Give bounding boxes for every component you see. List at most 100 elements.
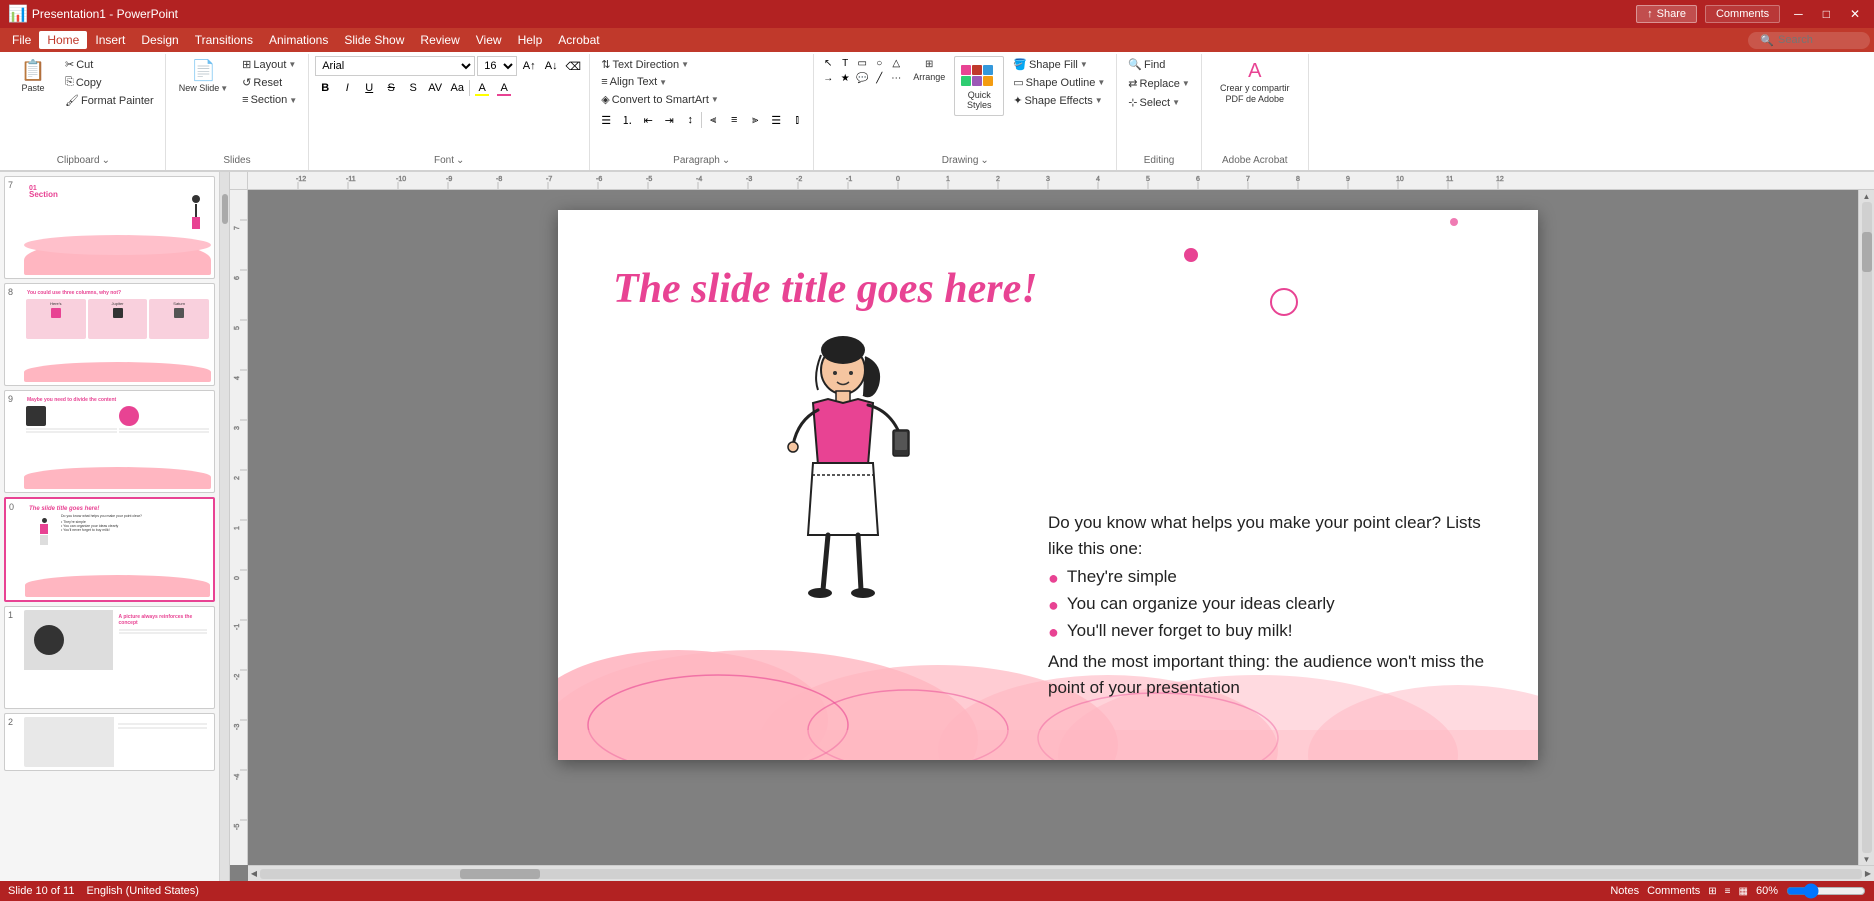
slide-canvas[interactable]: The slide title goes here!	[558, 210, 1538, 760]
new-slide-dropdown[interactable]: ▼	[220, 84, 228, 94]
char-spacing-button[interactable]: AV	[425, 78, 445, 98]
new-slide-button[interactable]: 📄 New Slide ▼	[172, 56, 235, 99]
highlight-button[interactable]: A	[472, 78, 492, 98]
bold-button[interactable]: B	[315, 78, 335, 98]
strikethrough-button[interactable]: S	[381, 78, 401, 98]
shape-rect[interactable]: ▭	[854, 56, 870, 70]
scroll-track[interactable]	[1862, 202, 1872, 853]
slide-thumb-2[interactable]: 2	[4, 713, 215, 771]
paste-button[interactable]: 📋 Paste	[8, 56, 58, 99]
share-button[interactable]: ↑ Share	[1636, 5, 1697, 23]
slide-thumb-7[interactable]: 7 01 Section	[4, 176, 215, 279]
drawing-expand-icon[interactable]: ⌄	[980, 155, 988, 166]
justify-button[interactable]: ☰	[766, 110, 786, 130]
h-scrollbar[interactable]: ◀ ▶	[248, 865, 1874, 881]
arrange-button[interactable]: ⊞ Arrange	[908, 56, 950, 85]
menu-view[interactable]: View	[468, 31, 510, 49]
scroll-left-button[interactable]: ◀	[250, 869, 258, 879]
clear-format-button[interactable]: ⌫	[563, 56, 583, 76]
slide-canvas-wrapper[interactable]: The slide title goes here!	[248, 190, 1858, 865]
scroll-thumb[interactable]	[1862, 232, 1872, 272]
layout-button[interactable]: ⊞ Layout ▼	[237, 56, 302, 73]
font-case-button[interactable]: Aa	[447, 78, 467, 98]
clipboard-expand-icon[interactable]: ⌄	[102, 155, 110, 166]
shape-line[interactable]: ╱	[871, 71, 887, 85]
shape-fill-button[interactable]: 🪣 Shape Fill ▼	[1008, 56, 1110, 73]
panel-scrollbar[interactable]	[220, 172, 230, 881]
shape-triangle[interactable]: △	[888, 56, 904, 70]
bullets-button[interactable]: ☰	[596, 110, 616, 130]
columns-button[interactable]: ⫾	[787, 110, 807, 130]
select-button[interactable]: ⊹ Select ▼	[1123, 94, 1185, 111]
font-expand-icon[interactable]: ⌄	[456, 155, 464, 166]
view-normal-icon[interactable]: ⊞	[1708, 886, 1716, 897]
search-input[interactable]	[1778, 34, 1858, 46]
slide-thumb-0[interactable]: 0 The slide title goes here!	[4, 497, 215, 602]
find-button[interactable]: 🔍 Find	[1123, 56, 1170, 73]
menu-home[interactable]: Home	[39, 31, 87, 49]
v-scrollbar[interactable]: ▲ ▼	[1858, 190, 1874, 865]
panel-scroll-thumb[interactable]	[222, 194, 228, 224]
scroll-up-button[interactable]: ▲	[1862, 192, 1872, 200]
menu-design[interactable]: Design	[133, 31, 186, 49]
slide-title[interactable]: The slide title goes here!	[613, 265, 1483, 313]
align-center-button[interactable]: ≡	[724, 110, 744, 130]
copy-button[interactable]: ⎘ Copy	[60, 74, 159, 91]
font-size-select[interactable]: 16	[477, 56, 517, 76]
font-name-select[interactable]: Arial	[315, 56, 475, 76]
shape-oval[interactable]: ○	[871, 56, 887, 70]
numbering-button[interactable]: ⒈	[617, 110, 637, 130]
h-scroll-track[interactable]	[260, 869, 1862, 879]
format-painter-button[interactable]: 🖌 Format Painter	[60, 92, 159, 109]
underline-button[interactable]: U	[359, 78, 379, 98]
shape-arrow[interactable]: →	[820, 71, 836, 85]
replace-button[interactable]: ⇄ Replace ▼	[1123, 75, 1195, 92]
shape-star[interactable]: ★	[837, 71, 853, 85]
minimize-button[interactable]: ─	[1788, 5, 1809, 23]
zoom-slider[interactable]	[1786, 887, 1866, 895]
cut-button[interactable]: ✂ Cut	[60, 56, 159, 73]
align-text-button[interactable]: ≡ Align Text ▼	[596, 74, 807, 90]
scroll-right-button[interactable]: ▶	[1864, 869, 1872, 879]
paragraph-expand-icon[interactable]: ⌄	[722, 155, 730, 166]
menu-transitions[interactable]: Transitions	[187, 31, 261, 49]
font-increase-button[interactable]: A↑	[519, 56, 539, 76]
decrease-indent-button[interactable]: ⇤	[638, 110, 658, 130]
menu-file[interactable]: File	[4, 31, 39, 49]
menu-slideshow[interactable]: Slide Show	[336, 31, 412, 49]
close-button[interactable]: ✕	[1844, 5, 1866, 23]
maximize-button[interactable]: □	[1817, 5, 1836, 23]
slide-thumb-9[interactable]: 9 Maybe you need to divide the content	[4, 390, 215, 493]
font-decrease-button[interactable]: A↓	[541, 56, 561, 76]
menu-acrobat[interactable]: Acrobat	[550, 31, 607, 49]
shape-more[interactable]: ⋯	[888, 71, 904, 85]
align-left-button[interactable]: ⫷	[703, 110, 723, 130]
h-scroll-thumb[interactable]	[460, 869, 540, 879]
menu-animations[interactable]: Animations	[261, 31, 336, 49]
reset-button[interactable]: ↺ Reset	[237, 74, 302, 91]
quick-styles-button[interactable]: Quick Styles	[954, 56, 1004, 116]
section-button[interactable]: ≡ Section ▼	[237, 92, 302, 108]
slide-content[interactable]: Do you know what helps you make your poi…	[1048, 510, 1503, 700]
adobe-button[interactable]: A Crear y compartir PDF de Adobe	[1208, 56, 1302, 110]
text-direction-button[interactable]: ⇅ Text Direction ▼	[596, 56, 807, 73]
shadow-button[interactable]: S	[403, 78, 423, 98]
italic-button[interactable]: I	[337, 78, 357, 98]
shape-effects-button[interactable]: ✦ Shape Effects ▼	[1008, 92, 1110, 109]
view-outline-icon[interactable]: ≡	[1725, 886, 1731, 897]
line-spacing-button[interactable]: ↕	[680, 110, 700, 130]
shape-textbox[interactable]: T	[837, 56, 853, 70]
convert-smartart-button[interactable]: ◈ Convert to SmartArt ▼	[596, 91, 807, 108]
shape-outline-button[interactable]: ▭ Shape Outline ▼	[1008, 74, 1110, 91]
view-slide-icon[interactable]: ▦	[1739, 886, 1748, 897]
menu-insert[interactable]: Insert	[87, 31, 133, 49]
slide-thumb-8[interactable]: 8 You could use three columns, why not? …	[4, 283, 215, 386]
shape-cursor[interactable]: ↖	[820, 56, 836, 70]
menu-help[interactable]: Help	[510, 31, 551, 49]
increase-indent-button[interactable]: ⇥	[659, 110, 679, 130]
align-right-button[interactable]: ⫸	[745, 110, 765, 130]
shape-callout[interactable]: 💬	[854, 71, 870, 85]
comments-status[interactable]: Comments	[1647, 885, 1700, 897]
scroll-down-button[interactable]: ▼	[1862, 855, 1872, 863]
font-color-button[interactable]: A	[494, 78, 514, 98]
